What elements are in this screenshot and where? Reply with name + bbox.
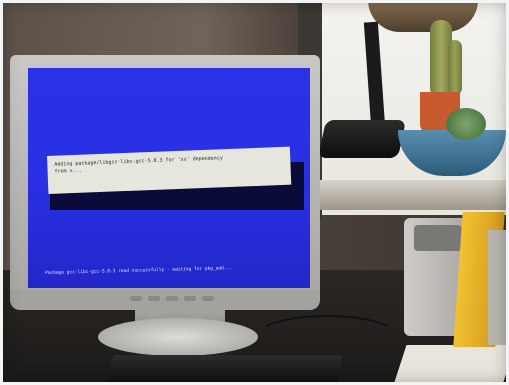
paper-sheet bbox=[393, 345, 509, 385]
monitor-button bbox=[148, 296, 160, 301]
dialog-message: Adding package/libgcc-libc-gcc-5.0.3 for… bbox=[54, 155, 223, 175]
succulent-plant bbox=[446, 108, 486, 140]
monitor-button bbox=[130, 296, 142, 301]
cactus-plant-small bbox=[448, 40, 462, 95]
monitor-button bbox=[184, 296, 196, 301]
desk-lamp-shade bbox=[368, 0, 478, 32]
keyboard bbox=[107, 355, 343, 385]
gray-book bbox=[488, 230, 509, 345]
monitor-stand-base bbox=[98, 318, 258, 356]
monitor-button bbox=[202, 296, 214, 301]
monitor-bezel-bottom bbox=[10, 290, 320, 310]
speaker-grille bbox=[414, 225, 462, 251]
window-sill bbox=[300, 180, 509, 210]
photo-scene: Adding package/libgcc-libc-gcc-5.0.3 for… bbox=[0, 0, 509, 385]
desk-lamp-base bbox=[317, 120, 407, 158]
cable bbox=[255, 315, 399, 359]
monitor-button bbox=[166, 296, 178, 301]
